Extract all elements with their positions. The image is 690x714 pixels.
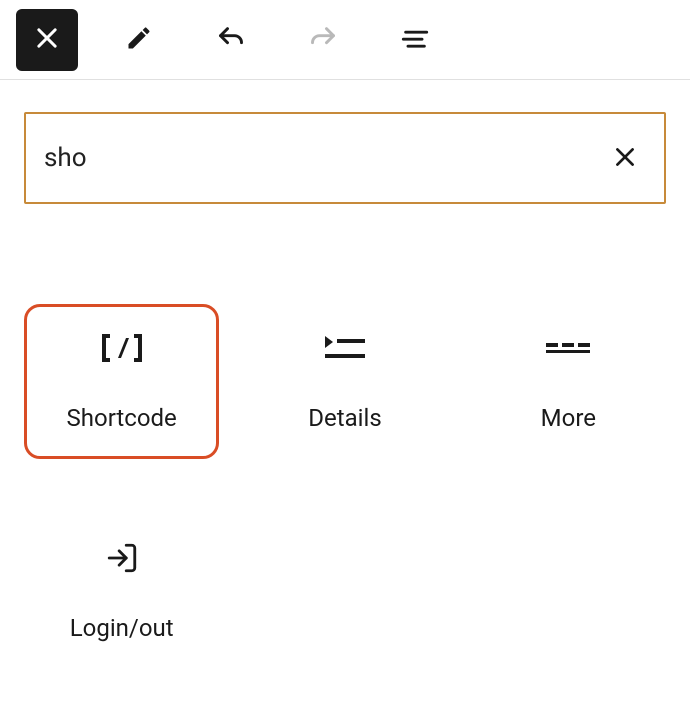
shortcode-icon	[100, 332, 144, 364]
block-results-grid: Shortcode Details More Login/out	[0, 204, 690, 669]
search-area	[0, 80, 690, 204]
outline-icon	[401, 24, 429, 55]
pencil-icon	[125, 24, 153, 55]
outline-button[interactable]	[384, 9, 446, 71]
close-icon	[33, 24, 61, 55]
block-item-more[interactable]: More	[471, 304, 666, 459]
edit-button[interactable]	[108, 9, 170, 71]
block-item-shortcode[interactable]: Shortcode	[24, 304, 219, 459]
details-icon	[325, 332, 365, 364]
editor-toolbar	[0, 0, 690, 80]
block-label: More	[541, 404, 596, 432]
clear-search-button[interactable]	[604, 136, 646, 181]
undo-button[interactable]	[200, 9, 262, 71]
login-icon	[105, 542, 139, 574]
undo-icon	[217, 24, 245, 55]
redo-button[interactable]	[292, 9, 354, 71]
block-label: Shortcode	[67, 404, 177, 432]
close-icon	[612, 144, 638, 173]
close-button[interactable]	[16, 9, 78, 71]
block-item-login-out[interactable]: Login/out	[24, 514, 219, 669]
block-item-details[interactable]: Details	[247, 304, 442, 459]
more-icon	[546, 332, 590, 364]
search-box	[24, 112, 666, 204]
block-label: Login/out	[70, 614, 174, 642]
block-label: Details	[308, 404, 381, 432]
redo-icon	[309, 24, 337, 55]
search-input[interactable]	[44, 143, 604, 173]
